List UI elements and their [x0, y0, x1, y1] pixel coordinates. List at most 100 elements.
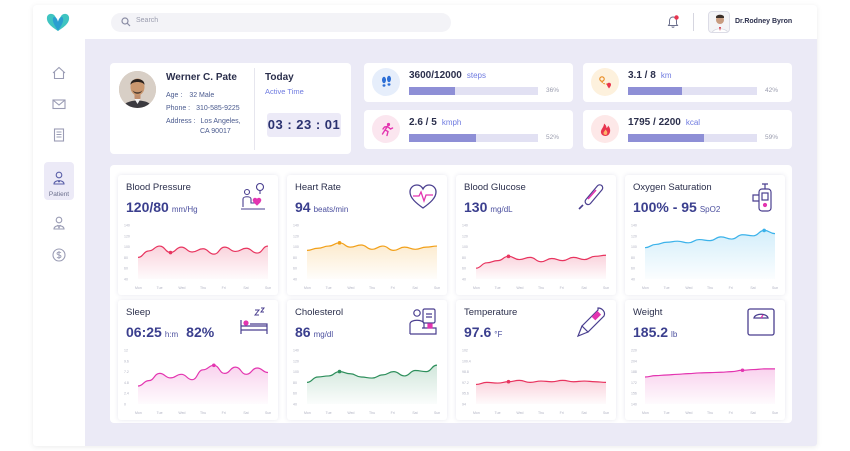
y-tick-label: 140 [462, 224, 468, 228]
y-tick-label: 204 [631, 359, 637, 363]
sidebar-item-label[interactable]: Patient [39, 191, 79, 198]
patient-photo[interactable] [119, 71, 156, 108]
metric-value: 3.1 / 8 km [628, 70, 671, 81]
vital-chart: 40 60 80 100 120 140 Mon Tue Wed Thu Fri Sat Sun [293, 224, 440, 291]
metric-value-text: 1795 / 2200 [628, 117, 681, 128]
metric-card-calories[interactable]: 1795 / 2200 kcal 59% [583, 110, 792, 149]
sidebar-item-doctors[interactable] [46, 211, 72, 235]
x-tick-label: Mon [135, 411, 142, 415]
vital-unit: mg/dl [313, 330, 334, 339]
topbar-divider [693, 13, 694, 31]
vital-card-heart-rate[interactable]: Heart Rate 94 beats/min 40 60 80 100 120 140 Mo… [287, 175, 447, 295]
vital-value-text: 06:25 [126, 324, 162, 340]
vital-value: 120/80 mm/Hg [126, 199, 198, 215]
vital-value: 100% - 95 SpO2 [633, 199, 720, 215]
vital-value-text: 86 [295, 324, 311, 340]
series-area [307, 242, 437, 279]
vital-card-sleep[interactable]: Sleep 06:25 h:m 82% 0 2.4 4.8 7.2 9.6 12 Mon Tue W… [118, 300, 278, 420]
x-tick-label: Mon [473, 286, 480, 290]
y-tick-label: 188 [631, 370, 637, 374]
x-tick-label: Tue [157, 411, 163, 415]
vital-card-blood-glucose[interactable]: Blood Glucose 130 mg/dL 40 60 80 100 120 140 Mo… [456, 175, 616, 295]
vital-chart: 94 95.6 97.2 98.8 100.4 102 Mon Tue Wed Thu Fri Sat… [462, 349, 609, 416]
x-tick-label: Thu [369, 411, 375, 415]
highlight-point[interactable] [740, 368, 745, 373]
vital-chart: 40 60 80 100 120 140 Mon Tue Wed Thu Fri Sat Sun [293, 349, 440, 416]
doctor-name[interactable]: Dr.Rodney Byron [735, 18, 792, 25]
vital-unit: lb [671, 330, 678, 339]
sidebar-item-documents[interactable] [46, 123, 72, 147]
top-bar: Search Dr.Rodney Byron [33, 5, 817, 39]
metric-card-steps[interactable]: 3600/12000 steps 36% [364, 63, 573, 102]
metric-card-distance[interactable]: 3.1 / 8 km 42% [583, 63, 792, 102]
x-tick-label: Thu [369, 286, 375, 290]
x-tick-label: Wed [516, 411, 523, 415]
y-tick-label: 40 [124, 278, 128, 282]
vital-card-cholesterol[interactable]: Cholesterol 86 mg/dl 40 60 80 100 120 140 Mon Tu… [287, 300, 447, 420]
sidebar-item-messages[interactable] [46, 92, 72, 116]
highlight-point[interactable] [168, 250, 173, 255]
x-tick-label: Sun [603, 286, 609, 290]
vital-title: Blood Glucose [464, 182, 526, 193]
metric-value-text: 3.1 / 8 [628, 70, 656, 81]
highlight-point[interactable] [337, 369, 342, 374]
search-bar[interactable]: Search [111, 13, 451, 32]
x-tick-label: Tue [326, 411, 332, 415]
metric-card-speed[interactable]: 2.6 / 5 kmph 52% [364, 110, 573, 149]
vital-value: 06:25 h:m 82% [126, 324, 214, 340]
highlight-point[interactable] [212, 363, 216, 368]
x-tick-label: Sat [581, 286, 586, 290]
x-tick-label: Sat [412, 286, 417, 290]
bed-icon [240, 307, 268, 334]
thermometer-icon [578, 184, 604, 210]
app-logo-icon[interactable] [44, 11, 72, 33]
y-tick-label: 100 [124, 245, 130, 249]
metric-percent: 59% [765, 134, 779, 141]
x-tick-label: Wed [685, 286, 692, 290]
vitals-panel: Blood Pressure 120/80 mm/Hg 40 60 80 100 120 1… [110, 165, 792, 423]
highlight-point[interactable] [762, 228, 766, 233]
x-tick-label: Thu [707, 411, 713, 415]
sidebar-item-home[interactable] [46, 61, 72, 85]
y-tick-label: 140 [631, 403, 637, 407]
vital-card-oxygen-saturation[interactable]: Oxygen Saturation 100% - 95 SpO2 40 60 80 10… [625, 175, 785, 295]
y-tick-label: 40 [293, 278, 297, 282]
y-tick-label: 220 [631, 349, 637, 353]
sidebar-item-patient[interactable] [46, 166, 72, 190]
x-tick-label: Fri [222, 286, 226, 290]
notification-bell-icon[interactable] [667, 15, 679, 29]
y-tick-label: 95.6 [462, 392, 469, 396]
vital-title: Oxygen Saturation [633, 182, 712, 193]
sidebar-item-billing[interactable] [46, 243, 72, 267]
vital-card-temperature[interactable]: Temperature 97.6 °F 94 95.6 97.2 98.8 100.4 10… [456, 300, 616, 420]
vital-chart: 40 60 80 100 120 140 Mon Tue Wed Thu Fri Sat Sun [124, 224, 271, 291]
highlight-point[interactable] [506, 379, 511, 384]
blood-pressure-icon [241, 182, 265, 210]
doctor-icon [53, 216, 65, 230]
y-tick-label: 156 [631, 392, 637, 396]
x-tick-label: Fri [391, 411, 395, 415]
sidebar: Patient [33, 39, 85, 446]
x-tick-label: Sun [434, 411, 440, 415]
vital-unit: SpO2 [699, 205, 721, 214]
vital-card-blood-pressure[interactable]: Blood Pressure 120/80 mm/Hg 40 60 80 100 120 1… [118, 175, 278, 295]
highlight-point[interactable] [506, 254, 511, 259]
x-tick-label: Sat [581, 411, 586, 415]
y-tick-label: 4.8 [124, 381, 129, 385]
x-tick-label: Sun [265, 286, 271, 290]
x-tick-label: Wed [347, 286, 354, 290]
x-tick-label: Sat [412, 411, 417, 415]
vital-value: 185.2 lb [633, 324, 677, 340]
y-tick-label: 94 [462, 403, 466, 407]
series-area [138, 365, 268, 404]
y-tick-label: 60 [631, 267, 635, 271]
x-tick-label: Sat [750, 286, 755, 290]
patient-phone: Phone : 310-585-9225 [166, 105, 240, 112]
x-tick-label: Thu [707, 286, 713, 290]
doctor-avatar[interactable] [708, 11, 730, 33]
x-tick-label: Fri [729, 411, 733, 415]
vital-card-weight[interactable]: Weight 185.2 lb 140 156 172 188 204 220 Mon Tue W… [625, 300, 785, 420]
search-icon [121, 17, 131, 27]
address-line2: CA 90017 [200, 128, 231, 135]
highlight-point[interactable] [337, 241, 342, 245]
